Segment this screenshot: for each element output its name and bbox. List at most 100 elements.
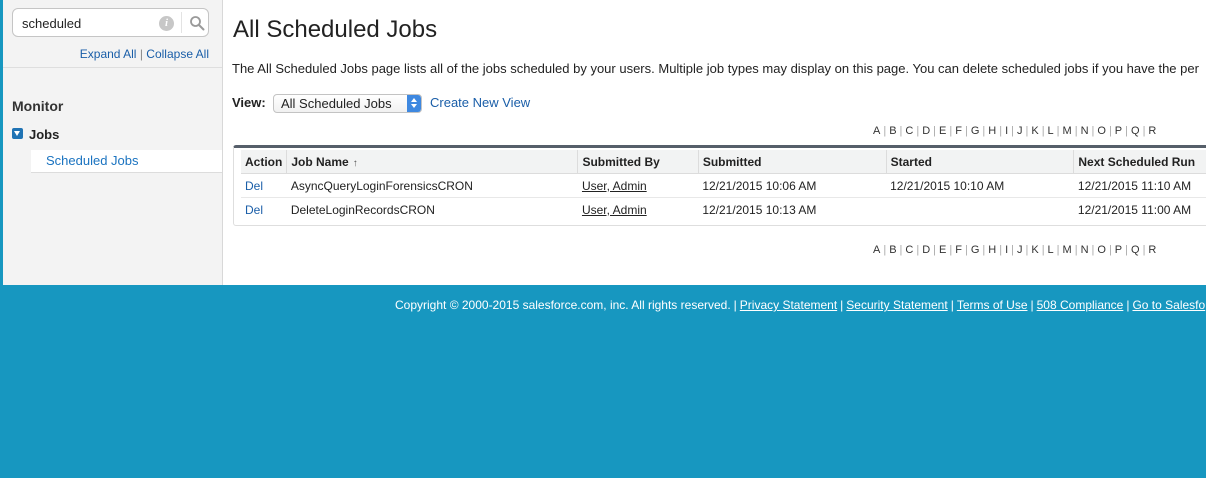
- alphabet-letter-g[interactable]: G: [971, 125, 980, 137]
- alphabet-letter-o[interactable]: O: [1097, 125, 1106, 137]
- alphabet-letter-d[interactable]: D: [922, 125, 930, 137]
- submitted-by-link[interactable]: User, Admin: [577, 173, 699, 198]
- alphabet-letter-h[interactable]: H: [988, 244, 996, 256]
- main-panel: i Expand All | Collapse All Monitor Jobs…: [0, 0, 1206, 285]
- alphabet-filter-top: A | B | C | D | E | F | G | H | I | J | K | L | M | N | O | P | Q | R: [873, 125, 1156, 137]
- alphabet-letter-p[interactable]: P: [1115, 244, 1122, 256]
- alphabet-separator: |: [1125, 244, 1128, 256]
- expand-all-link[interactable]: Expand All: [80, 47, 137, 61]
- select-arrows-icon: [407, 95, 421, 112]
- table-row: Del DeleteLoginRecordsCRON User, Admin 1…: [241, 198, 1206, 222]
- alphabet-separator: |: [899, 125, 903, 137]
- create-new-view-link[interactable]: Create New View: [430, 95, 530, 110]
- submitted-by-link[interactable]: User, Admin: [578, 198, 698, 222]
- alphabet-letter-i[interactable]: I: [1005, 244, 1008, 256]
- alphabet-letter-e[interactable]: E: [939, 125, 946, 137]
- footer-separator: |: [1126, 298, 1130, 312]
- alphabet-separator: |: [1056, 125, 1060, 137]
- alphabet-letter-d[interactable]: D: [922, 244, 930, 256]
- alphabet-letter-n[interactable]: N: [1081, 244, 1089, 256]
- alphabet-letter-c[interactable]: C: [905, 244, 913, 256]
- copyright-text: Copyright © 2000-2015 salesforce.com, in…: [395, 298, 731, 312]
- collapse-all-link[interactable]: Collapse All: [146, 47, 209, 61]
- alphabet-separator: |: [1025, 244, 1029, 256]
- alphabet-letter-q[interactable]: Q: [1131, 125, 1140, 137]
- alphabet-letter-g[interactable]: G: [971, 244, 980, 256]
- view-select[interactable]: All Scheduled Jobs: [273, 94, 422, 113]
- alphabet-separator: |: [1041, 244, 1045, 256]
- alphabet-separator: |: [982, 244, 986, 256]
- column-header-submitted-by[interactable]: Submitted By: [577, 150, 699, 174]
- search-box: i: [12, 8, 209, 37]
- column-header-started[interactable]: Started: [885, 150, 1074, 174]
- compliance-508-link[interactable]: 508 Compliance: [1037, 298, 1124, 312]
- alphabet-letter-r[interactable]: R: [1148, 125, 1156, 137]
- column-header-submitted[interactable]: Submitted: [697, 150, 887, 174]
- sidebar-divider: [3, 67, 222, 68]
- started-cell: 12/21/2015 10:10 AM: [886, 173, 1074, 198]
- delete-link[interactable]: Del: [241, 198, 287, 222]
- alphabet-separator: |: [964, 244, 968, 256]
- alphabet-separator: |: [916, 244, 920, 256]
- alphabet-letter-f[interactable]: F: [955, 125, 962, 137]
- delete-link[interactable]: Del: [241, 173, 287, 198]
- job-name-cell: DeleteLoginRecordsCRON: [290, 202, 435, 217]
- footer-separator: |: [1030, 298, 1034, 312]
- alphabet-letter-e[interactable]: E: [939, 244, 946, 256]
- submitted-cell: 12/21/2015 10:13 AM: [702, 202, 817, 217]
- alphabet-letter-h[interactable]: H: [988, 125, 996, 137]
- alphabet-separator: |: [1025, 125, 1029, 137]
- view-select-value: All Scheduled Jobs: [281, 96, 392, 111]
- privacy-statement-link[interactable]: Privacy Statement: [740, 298, 837, 312]
- alphabet-separator: |: [982, 125, 986, 137]
- alphabet-letter-c[interactable]: C: [905, 125, 913, 137]
- alphabet-letter-n[interactable]: N: [1081, 125, 1089, 137]
- search-icon[interactable]: [189, 15, 205, 31]
- jobs-table: Action Job Name ↑ Submitted By Submitted …: [241, 150, 1206, 221]
- sidebar-item-scheduled-jobs[interactable]: Scheduled Jobs: [31, 150, 222, 173]
- terms-of-use-link[interactable]: Terms of Use: [957, 298, 1028, 312]
- alphabet-separator: |: [1074, 244, 1078, 256]
- submitted-cell: 12/21/2015 10:06 AM: [698, 173, 887, 198]
- alphabet-letter-j[interactable]: J: [1017, 244, 1023, 256]
- alphabet-letter-l[interactable]: L: [1048, 244, 1054, 256]
- alphabet-letter-k[interactable]: K: [1031, 125, 1038, 137]
- alphabet-letter-i[interactable]: I: [1005, 125, 1008, 137]
- alphabet-letter-a[interactable]: A: [873, 244, 880, 256]
- alphabet-separator: |: [1125, 125, 1128, 137]
- table-header-row: Action Job Name ↑ Submitted By Submitted …: [241, 150, 1206, 174]
- column-header-next-scheduled-run[interactable]: Next Scheduled Run: [1073, 150, 1206, 174]
- alphabet-letter-o[interactable]: O: [1097, 244, 1106, 256]
- alphabet-letter-l[interactable]: L: [1048, 125, 1054, 137]
- alphabet-letter-k[interactable]: K: [1031, 244, 1038, 256]
- column-header-job-name[interactable]: Job Name ↑: [286, 150, 578, 174]
- alphabet-separator: |: [1011, 125, 1014, 137]
- go-to-salesforce-link[interactable]: Go to Salesfo: [1132, 298, 1205, 312]
- search-input[interactable]: [22, 14, 147, 32]
- page-title: All Scheduled Jobs: [233, 16, 438, 43]
- tree-node-jobs-label[interactable]: Jobs: [29, 127, 59, 142]
- alphabet-letter-m[interactable]: M: [1063, 125, 1072, 137]
- column-header-action: Action: [241, 150, 287, 174]
- alphabet-letter-b[interactable]: B: [889, 244, 896, 256]
- alphabet-letter-j[interactable]: J: [1017, 125, 1023, 137]
- alphabet-separator: |: [1142, 244, 1146, 256]
- alphabet-letter-f[interactable]: F: [955, 244, 962, 256]
- security-statement-link[interactable]: Security Statement: [846, 298, 947, 312]
- alphabet-separator: |: [933, 244, 937, 256]
- alphabet-separator: |: [883, 244, 887, 256]
- alphabet-letter-p[interactable]: P: [1115, 125, 1122, 137]
- alphabet-letter-a[interactable]: A: [873, 125, 880, 137]
- alphabet-letter-q[interactable]: Q: [1131, 244, 1140, 256]
- alphabet-separator: |: [949, 244, 953, 256]
- info-icon[interactable]: i: [159, 16, 174, 31]
- view-label: View:: [232, 95, 266, 110]
- alphabet-separator: |: [964, 125, 968, 137]
- alphabet-separator: |: [1074, 125, 1078, 137]
- alphabet-letter-r[interactable]: R: [1148, 244, 1156, 256]
- collapse-toggle-icon[interactable]: [12, 128, 23, 139]
- alphabet-letter-b[interactable]: B: [889, 125, 896, 137]
- alphabet-letter-m[interactable]: M: [1063, 244, 1072, 256]
- next-run-cell: 12/21/2015 11:10 AM: [1073, 173, 1206, 198]
- alphabet-separator: |: [899, 244, 903, 256]
